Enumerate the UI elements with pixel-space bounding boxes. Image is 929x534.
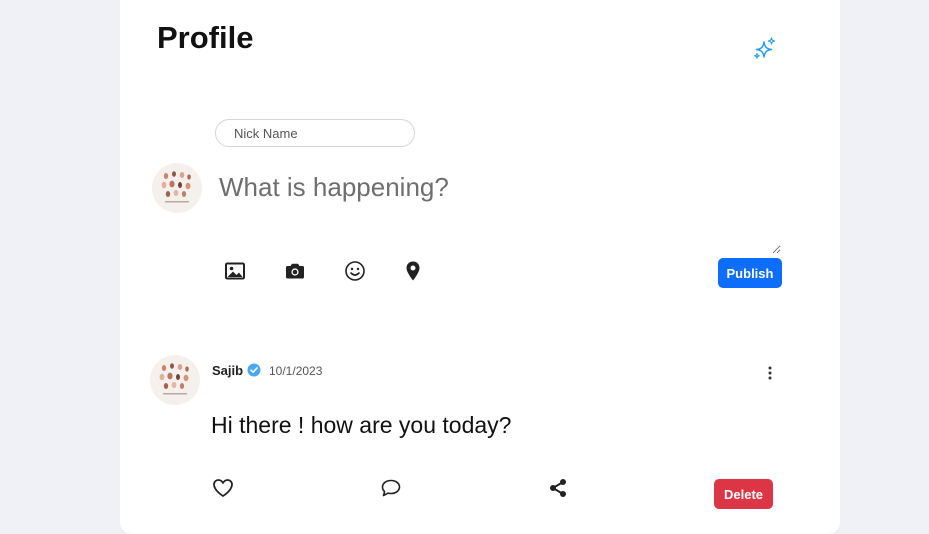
post-avatar	[150, 355, 200, 405]
more-options-icon[interactable]	[762, 364, 778, 382]
emoji-icon[interactable]	[344, 260, 366, 282]
share-icon[interactable]	[547, 478, 569, 498]
post-author[interactable]: Sajib	[212, 363, 243, 378]
profile-card: Profile Nick Name What is happening? Pub…	[120, 0, 840, 534]
location-icon[interactable]	[402, 260, 424, 282]
delete-button[interactable]: Delete	[714, 479, 773, 509]
heart-icon[interactable]	[212, 478, 234, 498]
publish-button[interactable]: Publish	[718, 258, 782, 288]
page-title: Profile	[157, 20, 254, 55]
comment-icon[interactable]	[380, 478, 402, 498]
post-input[interactable]	[215, 168, 781, 254]
post-date: 10/1/2023	[269, 364, 323, 378]
camera-icon[interactable]	[284, 260, 306, 282]
avatar	[152, 163, 202, 213]
image-icon[interactable]	[224, 260, 246, 282]
post-text: Hi there ! how are you today?	[211, 412, 512, 438]
sparkle-icon[interactable]	[752, 36, 778, 62]
nickname-input[interactable]	[215, 119, 415, 147]
verified-badge-icon	[247, 363, 261, 377]
